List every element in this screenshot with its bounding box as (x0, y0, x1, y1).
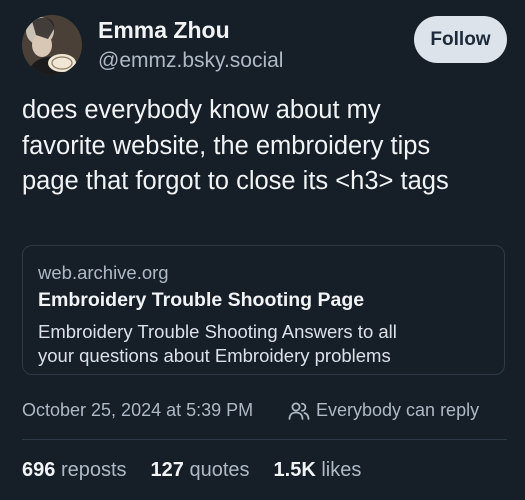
reposts-label: reposts (60, 459, 127, 481)
reply-setting-label: Everybody can reply (316, 400, 480, 420)
quotes-number: 127 (150, 459, 184, 481)
reply-setting[interactable]: Everybody can reply (288, 400, 479, 421)
divider (22, 439, 507, 440)
reposts-number: 696 (22, 459, 56, 481)
link-description-line: your questions about Embroidery problems (38, 345, 391, 366)
avatar[interactable] (22, 15, 82, 75)
post-text-line: favorite website, the embroidery tips (22, 131, 431, 160)
likes-label: likes (321, 459, 362, 481)
link-description: Embroidery Trouble Shooting Answers to a… (38, 320, 397, 368)
post-timestamp: October 25, 2024 at 5:39 PM (22, 400, 254, 420)
quotes-label: quotes (189, 459, 250, 481)
link-domain: web.archive.org (38, 262, 169, 283)
post-card: Emma Zhou @emmz.bsky.social Follow does … (0, 0, 525, 500)
post-text: does everybody know about my favorite we… (22, 93, 512, 200)
engagement-stats: 696 reposts 127 quotes 1.5K likes (22, 459, 385, 482)
avatar-image (22, 15, 82, 75)
quotes-count[interactable]: 127 quotes (151, 459, 250, 482)
people-icon (288, 402, 310, 420)
link-description-line: Embroidery Trouble Shooting Answers to a… (38, 321, 397, 342)
display-name[interactable]: Emma Zhou (98, 17, 230, 44)
follow-button[interactable]: Follow (414, 16, 507, 63)
link-preview-card[interactable]: web.archive.org Embroidery Trouble Shoot… (22, 245, 505, 375)
post-text-line: does everybody know about my (22, 96, 381, 124)
post-meta: October 25, 2024 at 5:39 PM Everybody ca… (22, 400, 507, 426)
post-text-line: page that forgot to close its <h3> tags (22, 167, 449, 195)
user-handle[interactable]: @emmz.bsky.social (98, 49, 283, 73)
link-title: Embroidery Trouble Shooting Page (38, 289, 365, 311)
reposts-count[interactable]: 696 reposts (22, 459, 127, 482)
likes-count[interactable]: 1.5K likes (274, 459, 362, 482)
likes-number: 1.5K (273, 459, 316, 481)
